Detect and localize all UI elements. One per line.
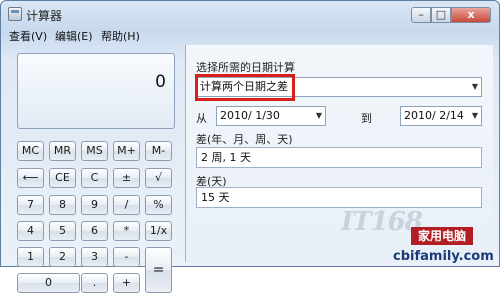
to-date-value: 2010/ 2/14 <box>404 109 464 122</box>
calendar-dropdown-icon: ▼ <box>471 111 478 120</box>
key-c[interactable]: C <box>81 168 108 188</box>
key-ms[interactable]: MS <box>81 141 108 161</box>
key-0[interactable]: 0 <box>17 273 80 293</box>
calculator-icon <box>8 7 22 21</box>
key-9[interactable]: 9 <box>81 195 108 215</box>
key-percent[interactable]: % <box>145 195 172 215</box>
highlight-box <box>195 74 295 101</box>
key-multiply[interactable]: * <box>113 221 140 241</box>
from-label: 从 <box>196 112 207 125</box>
key-plus-minus[interactable]: ± <box>113 168 140 188</box>
key-6[interactable]: 6 <box>81 221 108 241</box>
key-decimal[interactable]: . <box>81 273 108 293</box>
key-8[interactable]: 8 <box>49 195 76 215</box>
close-button[interactable]: x <box>451 7 491 23</box>
calculator-display: 0 <box>17 53 175 129</box>
title-bar[interactable]: 计算器 – □ x <box>1 1 499 27</box>
key-4[interactable]: 4 <box>17 221 44 241</box>
key-1[interactable]: 1 <box>17 247 44 267</box>
calc-type-label: 选择所需的日期计算 <box>196 61 295 74</box>
key-5[interactable]: 5 <box>49 221 76 241</box>
key-subtract[interactable]: - <box>113 247 140 267</box>
diff-value: 2 周, 1 天 <box>201 151 251 164</box>
menu-help[interactable]: 帮助(H) <box>101 28 140 44</box>
menu-view[interactable]: 查看(V) <box>9 28 47 44</box>
key-7[interactable]: 7 <box>17 195 44 215</box>
calculator-window: 计算器 – □ x 查看(V) 编辑(E) 帮助(H) 0 MC MR MS M… <box>0 0 500 293</box>
diff-label: 差(年、月、周、天) <box>196 133 293 146</box>
key-3[interactable]: 3 <box>81 247 108 267</box>
key-add[interactable]: + <box>113 273 140 293</box>
key-mc[interactable]: MC <box>17 141 44 161</box>
key-divide[interactable]: / <box>113 195 140 215</box>
minimize-button[interactable]: – <box>411 7 431 23</box>
brand-badge: 家用电脑 <box>411 227 473 245</box>
key-reciprocal[interactable]: 1/x <box>145 221 172 241</box>
dropdown-arrow-icon: ▼ <box>471 82 478 91</box>
to-date-picker[interactable]: 2010/ 2/14 ▼ <box>400 106 482 126</box>
from-date-picker[interactable]: 2010/ 1/30 ▼ <box>216 106 326 126</box>
window-title: 计算器 <box>26 9 63 23</box>
maximize-button[interactable]: □ <box>431 7 451 23</box>
key-sqrt[interactable]: √ <box>145 168 172 188</box>
from-date-value: 2010/ 1/30 <box>220 109 280 122</box>
key-2[interactable]: 2 <box>49 247 76 267</box>
site-watermark: cbifamily.com <box>393 249 494 264</box>
to-label: 到 <box>361 112 372 125</box>
key-m-plus[interactable]: M+ <box>113 141 140 161</box>
diff-value-field[interactable]: 2 周, 1 天 <box>196 147 482 168</box>
key-ce[interactable]: CE <box>49 168 76 188</box>
menu-edit[interactable]: 编辑(E) <box>55 28 93 44</box>
key-m-minus[interactable]: M- <box>145 141 172 161</box>
menu-bar: 查看(V) 编辑(E) 帮助(H) <box>1 27 499 43</box>
days-value: 15 天 <box>201 191 230 204</box>
days-value-field[interactable]: 15 天 <box>196 187 482 208</box>
key-mr[interactable]: MR <box>49 141 76 161</box>
calendar-dropdown-icon: ▼ <box>315 111 322 120</box>
key-equals[interactable]: = <box>145 247 172 293</box>
key-backspace[interactable]: ⟵ <box>17 168 44 188</box>
display-value: 0 <box>155 72 166 92</box>
